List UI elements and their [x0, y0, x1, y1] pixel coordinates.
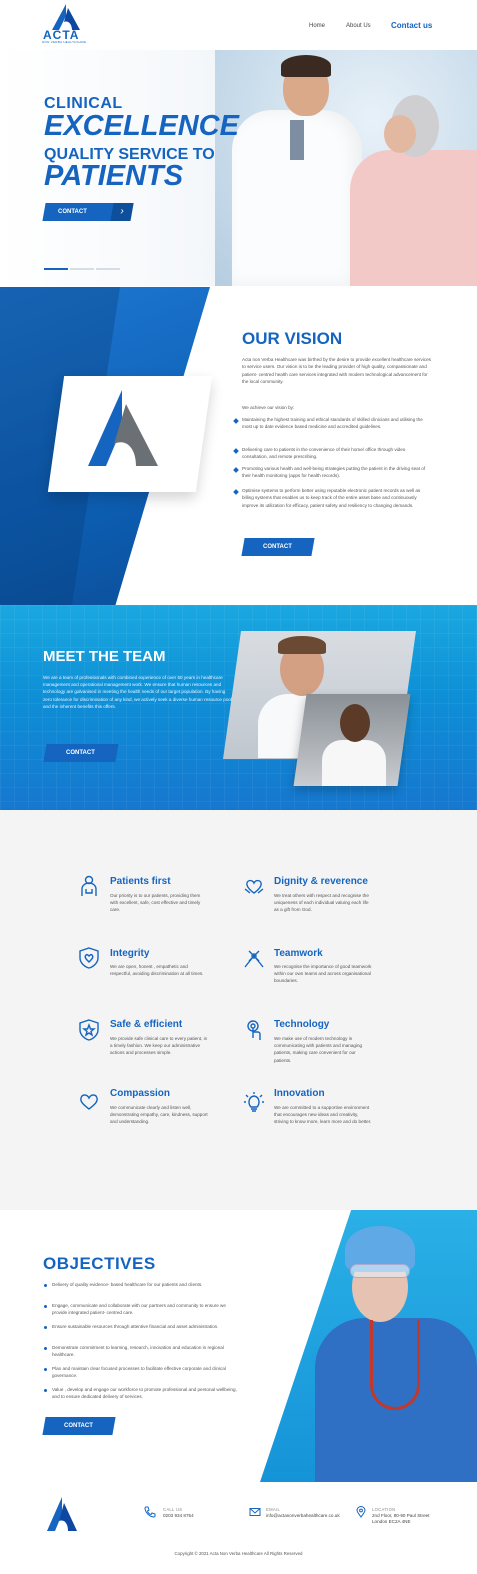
hero-patient-figure	[350, 150, 477, 286]
team-doctor-hair	[278, 636, 326, 654]
handshake-heart-icon	[244, 879, 264, 894]
value-text: We make use of modern technology in comm…	[274, 1036, 363, 1063]
team-description: We are a team of professionals with comb…	[43, 675, 232, 709]
acta-logo-icon[interactable]	[46, 4, 86, 30]
hero-patient-face	[384, 115, 416, 153]
objective-item: Engage, communicate and collaborate with…	[52, 1303, 226, 1316]
nav-about-link[interactable]: About Us	[346, 23, 371, 29]
heart-hands-icon	[80, 1094, 98, 1110]
slider-dot-3[interactable]	[96, 268, 120, 270]
bullet-icon	[44, 1368, 47, 1371]
shield-star-icon	[79, 1019, 99, 1041]
vision-list-item: Delivering care to patients in the conve…	[242, 447, 406, 460]
value-text: Our priority is to our patients, providi…	[110, 893, 201, 913]
vision-contact-label[interactable]: CONTACT	[263, 544, 292, 550]
objective-item: Ensure sustainable resources through att…	[52, 1324, 219, 1329]
footer-phone[interactable]: 0203 934 8754	[163, 1513, 194, 1519]
value-text: We recognise the importance of good team…	[274, 964, 372, 984]
footer-location-label: LOCATION	[372, 1507, 396, 1512]
stethoscope	[370, 1320, 420, 1410]
vision-title: OUR VISION	[242, 329, 343, 348]
logo-tagline: NON VERBA HEALTHCARE	[42, 40, 87, 44]
bullet-icon	[233, 418, 239, 424]
lightbulb-icon	[244, 1092, 264, 1112]
footer-email[interactable]: info@actanonverbahealthcare.co.uk	[266, 1513, 340, 1519]
nurse-glasses	[350, 1264, 410, 1278]
bullet-icon	[233, 467, 239, 473]
vision-achieve-text: We achieve our vision by:	[242, 405, 295, 410]
bullet-icon	[44, 1305, 47, 1308]
team-woman-head	[340, 704, 370, 742]
objective-item: Plan and maintain clear focused processe…	[52, 1366, 226, 1379]
value-text: We provide safe clinical care to every p…	[110, 1036, 208, 1056]
value-title: Integrity	[110, 948, 150, 959]
team-woman-figure	[322, 740, 386, 786]
hero-contact-label[interactable]: CONTACT	[58, 209, 87, 215]
objective-item: Value , develop and engage our workforce…	[52, 1387, 237, 1400]
value-title: Dignity & reverence	[274, 876, 368, 887]
objectives-contact-label[interactable]: CONTACT	[64, 1423, 93, 1429]
bullet-icon	[44, 1284, 47, 1287]
footer-email-label: EMAIL	[266, 1507, 281, 1512]
value-text: We treat others with respect and recogni…	[274, 893, 369, 913]
bullet-icon	[44, 1389, 47, 1392]
value-text: We are open, honest , empathetic and res…	[110, 964, 204, 977]
touch-tech-icon	[247, 1020, 261, 1040]
value-title: Teamwork	[274, 948, 323, 959]
patient-icon	[81, 875, 97, 896]
value-title: Technology	[274, 1019, 330, 1030]
team-title: MEET THE TEAM	[43, 648, 166, 665]
teamwork-hands-icon	[244, 950, 264, 968]
value-title: Innovation	[274, 1088, 325, 1099]
objective-item: Demonstrate commitment to learning, rese…	[52, 1345, 224, 1358]
nav-contact-link[interactable]: Contact us	[391, 21, 432, 30]
team-contact-label[interactable]: CONTACT	[66, 750, 95, 756]
value-title: Compassion	[110, 1088, 171, 1099]
bullet-icon	[233, 489, 239, 495]
slider-dot-1[interactable]	[44, 268, 68, 270]
chevron-right-icon[interactable]: ›	[110, 203, 134, 221]
value-title: Safe & efficient	[110, 1019, 183, 1030]
values-section	[0, 810, 477, 1210]
copyright-text: Copyright © 2021 Acta Non Verba Healthca…	[174, 1551, 303, 1556]
phone-icon	[144, 1506, 156, 1518]
footer-address-line2: London EC2A 4NE	[372, 1519, 411, 1524]
footer-call-label: CALL US	[163, 1507, 183, 1512]
hero-heading-line4: PATIENTS	[44, 160, 184, 192]
acta-logo-icon[interactable]	[44, 1497, 78, 1531]
value-title: Patients first	[110, 876, 171, 887]
email-icon	[249, 1508, 261, 1516]
hero-heading-line2: EXCELLENCE	[44, 110, 239, 142]
bullet-icon	[233, 448, 239, 454]
shield-heart-icon	[79, 947, 99, 969]
value-text: We are committed to a supportive environ…	[274, 1105, 372, 1125]
hero-doctor-tie	[290, 120, 304, 160]
value-text: We communicate clearly and listen well, …	[110, 1105, 208, 1125]
slider-dot-2[interactable]	[70, 268, 94, 270]
bullet-icon	[44, 1347, 47, 1350]
vision-list-item: Optimise systems to perform better using…	[242, 488, 421, 508]
location-pin-icon	[356, 1506, 366, 1518]
vision-list-item: Promoting various health and well-being …	[242, 466, 426, 479]
hero-doctor-hair	[281, 55, 331, 77]
objective-item: Delivery of quality evidence- based heal…	[52, 1282, 203, 1287]
objectives-title: OBJECTIVES	[43, 1254, 156, 1273]
vision-intro-text: Acta non Verba Healthcare was birthed by…	[242, 357, 431, 385]
bullet-icon	[44, 1326, 47, 1329]
acta-logo-icon	[88, 390, 158, 466]
nav-home-link[interactable]: Home	[309, 23, 325, 29]
vision-list-item: Maintaining the highest training and eth…	[242, 417, 423, 430]
